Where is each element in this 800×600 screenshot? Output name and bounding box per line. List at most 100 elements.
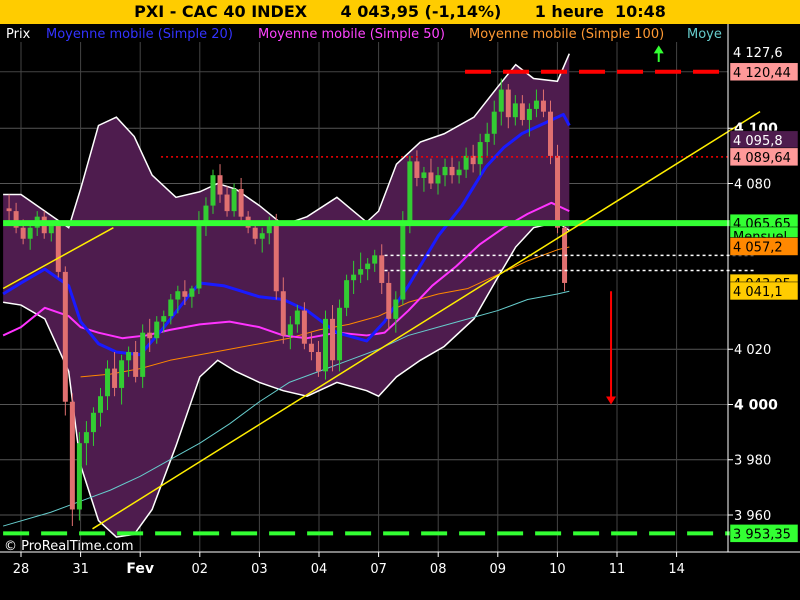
- price-label: 4 127,6: [733, 46, 783, 61]
- candle-body: [112, 368, 118, 388]
- candle-body: [435, 175, 441, 184]
- candle-body: [175, 291, 181, 300]
- candle-body: [330, 318, 336, 361]
- candle-body: [512, 103, 518, 118]
- candle-body: [217, 175, 223, 195]
- x-tick-label: 10: [549, 562, 566, 577]
- x-tick-label: 11: [609, 562, 626, 577]
- candle-body: [231, 189, 237, 212]
- candle-body: [498, 89, 504, 112]
- candle-body: [294, 310, 300, 325]
- x-tick-label: 03: [251, 562, 268, 577]
- candle-body: [140, 332, 146, 377]
- candle-body: [407, 161, 413, 225]
- candle-body: [147, 332, 153, 339]
- candle-body: [90, 412, 96, 433]
- candle-body: [273, 222, 279, 292]
- candle-body: [308, 343, 314, 353]
- candle-body: [393, 299, 399, 319]
- candle-body: [6, 208, 12, 212]
- candle-body: [463, 155, 469, 170]
- candle-body: [76, 443, 82, 510]
- candle-body: [519, 103, 525, 120]
- candle-body: [372, 255, 378, 264]
- candle-body: [484, 133, 490, 143]
- candle-body: [196, 222, 202, 289]
- candle-body: [526, 108, 532, 120]
- candle-body: [449, 166, 455, 176]
- candle-body: [414, 161, 420, 178]
- candle-body: [547, 111, 553, 156]
- candle-body: [287, 324, 293, 336]
- candle-body: [442, 166, 448, 176]
- x-tick-label: 08: [430, 562, 447, 577]
- price-chart[interactable]: 3 9603 9804 0004 0204 0804 100 4 127,64 …: [0, 24, 800, 600]
- candle-body: [540, 100, 546, 112]
- candle-body: [259, 233, 265, 239]
- candle-body: [456, 169, 462, 176]
- x-tick-label: 02: [192, 562, 209, 577]
- candle-body: [224, 194, 230, 212]
- candle-body: [555, 155, 561, 228]
- candle-body: [161, 316, 167, 322]
- legend-prix[interactable]: Prix: [6, 27, 31, 42]
- price-label: 4 120,44: [733, 66, 791, 81]
- candle-body: [477, 142, 483, 165]
- x-tick-label: 09: [490, 562, 507, 577]
- candle-body: [351, 274, 357, 281]
- price-label: 4 089,64: [733, 151, 791, 166]
- candle-body: [210, 175, 216, 206]
- price-label: 4 057,2: [733, 240, 783, 255]
- x-tick-label: 04: [311, 562, 328, 577]
- candle-body: [301, 310, 307, 344]
- candle-body: [533, 100, 539, 109]
- candle-body: [105, 368, 111, 397]
- candle-body: [97, 396, 103, 413]
- candle-body: [168, 299, 174, 317]
- candle-body: [27, 227, 33, 239]
- price-label: 3 953,35: [733, 527, 791, 542]
- candle-body: [505, 89, 511, 118]
- price-label: 4 095,8: [733, 134, 783, 149]
- candle-body: [315, 352, 321, 372]
- candle-body: [386, 282, 392, 319]
- candle-body: [55, 224, 61, 272]
- y-tick-label: 3 980: [734, 454, 771, 469]
- watermark: © ProRealTime.com: [4, 539, 134, 554]
- candle-body: [126, 352, 132, 361]
- x-tick-label: 07: [370, 562, 387, 577]
- legend-ma20[interactable]: Moyenne mobile (Simple 20): [46, 27, 233, 42]
- candle-body: [365, 263, 371, 270]
- candle-body: [238, 189, 244, 217]
- candle-body: [400, 224, 406, 300]
- y-tick-label: 3 960: [734, 509, 771, 524]
- legend-ma100[interactable]: Moyenne mobile (Simple 100): [469, 27, 664, 42]
- legend-ma200-truncated[interactable]: Moye: [687, 27, 722, 42]
- candle-body: [154, 321, 160, 339]
- candle-body: [189, 288, 195, 297]
- y-tick-label: 4 020: [734, 343, 771, 358]
- legend-ma50[interactable]: Moyenne mobile (Simple 50): [258, 27, 445, 42]
- y-tick-label: 4 080: [734, 177, 771, 192]
- candle-body: [203, 205, 209, 223]
- candle-body: [69, 401, 75, 510]
- y-tick-label: 4 000: [734, 397, 778, 413]
- candle-body: [62, 271, 68, 402]
- candle-body: [322, 318, 328, 372]
- candle-body: [20, 227, 26, 239]
- candle-body: [280, 291, 286, 336]
- candle-body: [337, 307, 343, 361]
- x-tick-label: Fev: [126, 561, 154, 577]
- candle-body: [428, 172, 434, 184]
- x-tick-label: 14: [668, 562, 685, 577]
- x-tick-label: 28: [13, 562, 30, 577]
- candle-body: [379, 255, 385, 283]
- candle-body: [421, 172, 427, 178]
- chart-title: PXI - CAC 40 INDEX 4 043,95 (-1,14%) 1 h…: [0, 0, 800, 24]
- candle-body: [83, 432, 89, 444]
- candle-body: [491, 111, 497, 134]
- candle-body: [133, 352, 139, 377]
- candle-body: [119, 360, 125, 388]
- price-label: 4 041,1: [733, 285, 783, 300]
- candle-body: [48, 224, 54, 234]
